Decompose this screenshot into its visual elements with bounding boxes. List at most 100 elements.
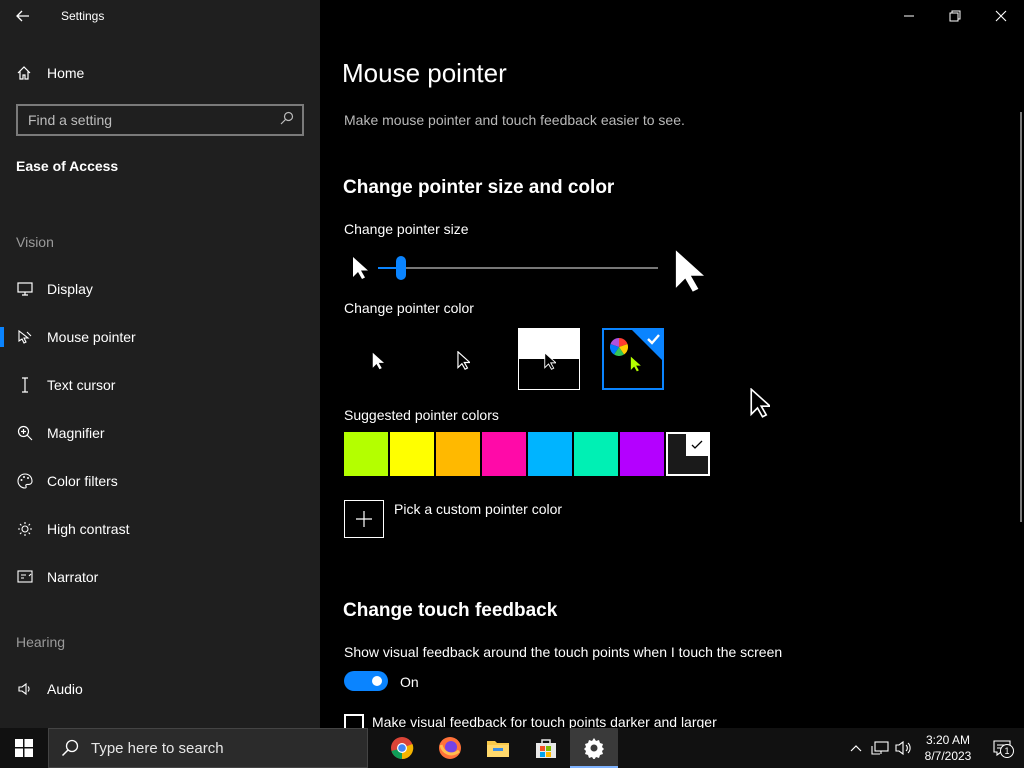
show-hidden-icons-button[interactable] — [844, 728, 868, 768]
volume-icon — [895, 740, 911, 756]
large-pointer-icon — [675, 250, 704, 292]
label-pointer-color: Change pointer color — [344, 300, 474, 316]
sidebar-item-label: Audio — [47, 681, 83, 697]
settings-search-input[interactable] — [28, 112, 280, 128]
sidebar-item-high-contrast[interactable]: High contrast — [0, 509, 320, 549]
network-icon — [871, 741, 889, 755]
title-bar: Settings — [0, 0, 320, 32]
sidebar-item-audio[interactable]: Audio — [0, 669, 320, 709]
taskbar-search-input[interactable] — [91, 739, 331, 757]
black-pointer-icon — [457, 351, 470, 370]
taskbar-app-settings[interactable] — [570, 728, 618, 768]
minimize-icon — [904, 15, 914, 17]
taskbar-app-firefox[interactable] — [426, 728, 474, 768]
sidebar-item-label: High contrast — [47, 521, 130, 537]
section-title: Ease of Access — [16, 158, 119, 174]
file-explorer-icon — [487, 741, 509, 757]
clock-time: 3:20 AM — [925, 733, 971, 747]
search-icon[interactable] — [280, 111, 294, 130]
pointer-color-black[interactable] — [431, 328, 493, 390]
taskbar-app-file-explorer[interactable] — [474, 728, 522, 768]
settings-icon — [584, 738, 604, 759]
store-icon — [536, 739, 556, 758]
firefox-icon — [439, 737, 461, 759]
swatch-yellow[interactable] — [390, 432, 434, 476]
pick-custom-color-label[interactable]: Pick a custom pointer color — [394, 501, 562, 517]
swatch-gold[interactable] — [436, 432, 480, 476]
minimize-button[interactable] — [886, 0, 932, 32]
sidebar-item-label: Mouse pointer — [47, 329, 136, 345]
touch-feedback-toggle-state: On — [400, 674, 419, 690]
mouse-cursor-icon — [750, 388, 770, 418]
action-center-button[interactable]: 1 — [980, 728, 1024, 768]
label-suggested-colors: Suggested pointer colors — [344, 407, 499, 423]
sidebar-item-text-cursor[interactable]: Text cursor — [0, 365, 320, 405]
small-pointer-icon — [353, 257, 368, 279]
pointer-color-custom[interactable] — [602, 328, 664, 390]
back-arrow-icon — [16, 10, 29, 22]
scrollbar[interactable] — [1020, 112, 1022, 522]
sidebar-item-mouse-pointer[interactable]: Mouse pointer — [0, 317, 320, 357]
sidebar-item-label: Display — [47, 281, 93, 297]
palette-icon — [16, 472, 34, 490]
back-button[interactable] — [0, 0, 46, 32]
group-label-vision: Vision — [16, 234, 54, 250]
taskbar-search-box[interactable] — [48, 728, 368, 768]
sidebar-item-color-filters[interactable]: Color filters — [0, 461, 320, 501]
nav-home[interactable]: Home — [0, 56, 320, 90]
pick-custom-color-button[interactable] — [344, 500, 384, 538]
white-pointer-icon — [372, 352, 384, 370]
clock[interactable]: 3:20 AM 8/7/2023 — [916, 732, 980, 764]
color-wheel-icon — [610, 338, 628, 356]
heading-touch-feedback: Change touch feedback — [343, 600, 558, 621]
taskbar-app-store[interactable] — [522, 728, 570, 768]
app-title: Settings — [61, 9, 105, 23]
sidebar: Settings Home Ease of Access Vision Disp… — [0, 0, 320, 728]
swatch-lime[interactable] — [344, 432, 388, 476]
sidebar-item-magnifier[interactable]: Magnifier — [0, 413, 320, 453]
sidebar-item-label: Narrator — [47, 569, 99, 585]
clock-date: 8/7/2023 — [924, 749, 972, 763]
restore-icon — [949, 10, 961, 22]
swatch-blue[interactable] — [528, 432, 572, 476]
restore-button[interactable] — [932, 0, 978, 32]
pointer-size-slider[interactable] — [344, 246, 714, 294]
window-controls — [886, 0, 1024, 32]
settings-search-box[interactable] — [16, 104, 304, 136]
swatch-pink[interactable] — [482, 432, 526, 476]
sidebar-item-label: Magnifier — [47, 425, 105, 441]
slider-track[interactable] — [378, 267, 658, 269]
sidebar-item-label: Text cursor — [47, 377, 116, 393]
pointer-color-white[interactable] — [344, 328, 406, 390]
start-button[interactable] — [0, 728, 48, 768]
text-cursor-icon — [16, 376, 34, 394]
page-description: Make mouse pointer and touch feedback ea… — [344, 112, 685, 128]
lime-pointer-icon — [630, 356, 641, 372]
narrator-icon — [16, 568, 34, 586]
sidebar-item-narrator[interactable]: Narrator — [0, 557, 320, 597]
check-icon — [686, 434, 708, 456]
label-touch-feedback: Show visual feedback around the touch po… — [344, 644, 783, 660]
sidebar-item-display[interactable]: Display — [0, 269, 320, 309]
home-icon — [16, 65, 32, 81]
close-button[interactable] — [978, 0, 1024, 32]
network-button[interactable] — [868, 728, 892, 768]
nav-home-label: Home — [47, 65, 85, 81]
touch-feedback-toggle[interactable] — [344, 671, 388, 691]
slider-thumb[interactable] — [396, 256, 406, 280]
sidebar-item-label: Color filters — [47, 473, 118, 489]
swatch-teal[interactable] — [574, 432, 618, 476]
swatch-custom-selected[interactable] — [666, 432, 710, 476]
search-icon — [61, 739, 79, 757]
taskbar-app-chrome[interactable] — [378, 728, 426, 768]
chrome-icon — [391, 737, 414, 760]
pointer-color-inverted[interactable] — [518, 328, 580, 390]
page-title: Mouse pointer — [342, 58, 507, 88]
system-tray: 3:20 AM 8/7/2023 1 — [844, 728, 1024, 768]
swatch-purple[interactable] — [620, 432, 664, 476]
label-pointer-size: Change pointer size — [344, 221, 469, 237]
volume-button[interactable] — [892, 728, 916, 768]
chevron-up-icon — [850, 745, 862, 752]
magnifier-icon — [16, 424, 34, 442]
notification-count-badge: 1 — [1000, 744, 1014, 758]
